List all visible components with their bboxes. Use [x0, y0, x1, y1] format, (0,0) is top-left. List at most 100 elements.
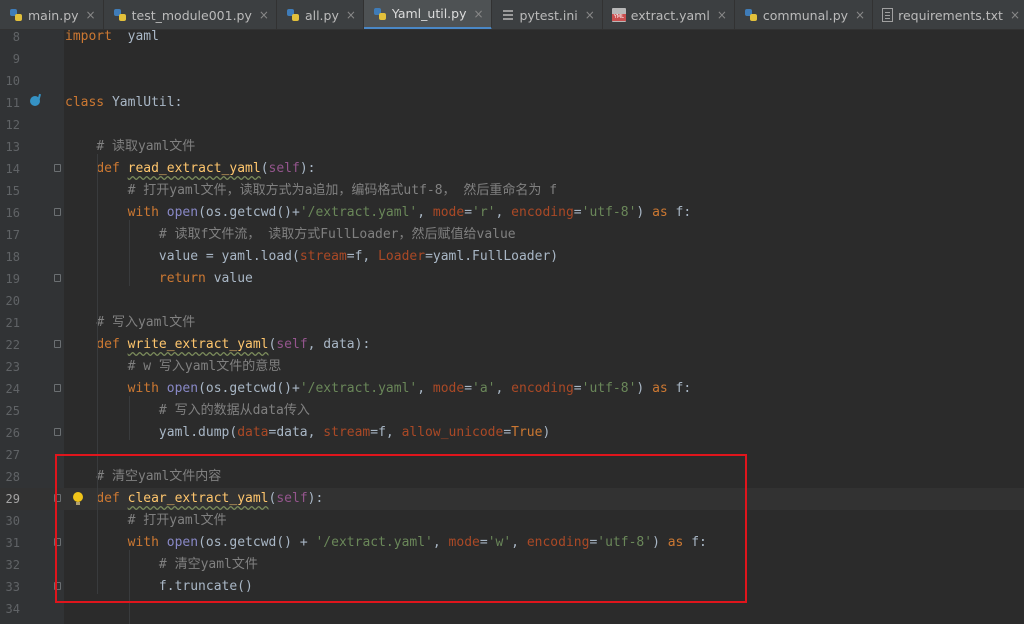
- code-line[interactable]: 15 # 打开yaml文件，读取方式为a追加，编码格式utf-8， 然后重命名为…: [0, 180, 1024, 202]
- code-line[interactable]: 8 import yaml: [0, 26, 1024, 48]
- code-token: class: [65, 95, 105, 110]
- close-icon[interactable]: ×: [585, 8, 595, 22]
- code-line[interactable]: 17 # 读取f文件流， 读取方式FullLoader，然后赋值给value: [0, 224, 1024, 246]
- code-line[interactable]: 19 return value: [0, 268, 1024, 290]
- tab-label: test_module001.py: [131, 7, 252, 23]
- fold-marker-icon[interactable]: [54, 494, 61, 502]
- code-line[interactable]: 25 # 写入的数据从data传入: [0, 400, 1024, 422]
- code-line[interactable]: 31 with open(os.getcwd() + '/extract.yam…: [0, 532, 1024, 554]
- code-text: value = yaml.load(stream=f, Loader=yaml.…: [65, 246, 558, 268]
- code-line[interactable]: 14 def read_extract_yaml(self):: [0, 158, 1024, 180]
- code-token: yaml: [111, 29, 159, 44]
- code-line[interactable]: 34: [0, 598, 1024, 620]
- code-token: read_extract_yaml: [127, 161, 261, 176]
- code-token: '/extract.yaml': [315, 535, 433, 550]
- code-token: 'w': [487, 535, 512, 550]
- code-token: 'utf-8': [581, 205, 637, 220]
- code-token: ,: [495, 381, 512, 396]
- code-line[interactable]: 13 # 读取yaml文件: [0, 136, 1024, 158]
- code-token: encoding: [511, 381, 574, 396]
- fold-marker-icon[interactable]: [54, 340, 61, 348]
- code-line[interactable]: 26 yaml.dump(data=data, stream=f, allow_…: [0, 422, 1024, 444]
- code-line[interactable]: 27: [0, 444, 1024, 466]
- code-token: clear_extract_yaml: [127, 491, 269, 506]
- code-line[interactable]: 20: [0, 290, 1024, 312]
- code-token: ):: [307, 491, 324, 506]
- close-icon[interactable]: ×: [855, 8, 865, 22]
- code-line[interactable]: 29 def clear_extract_yaml(self):: [0, 488, 1024, 510]
- code-line[interactable]: 32 # 清空yaml文件: [0, 554, 1024, 576]
- yaml-file-icon: [611, 8, 626, 22]
- code-line[interactable]: 28 # 清空yaml文件内容: [0, 466, 1024, 488]
- code-token: Loader: [378, 249, 426, 264]
- tab-label: communal.py: [762, 7, 849, 23]
- code-token: ,: [417, 381, 433, 396]
- code-text: with open(os.getcwd()+'/extract.yaml', m…: [65, 202, 692, 224]
- code-token: with: [127, 535, 159, 550]
- code-token: as: [652, 205, 668, 220]
- line-number: 23: [5, 360, 20, 374]
- code-token: value: [205, 271, 253, 286]
- code-line[interactable]: 11 class YamlUtil:: [0, 92, 1024, 114]
- close-icon[interactable]: ×: [1010, 8, 1020, 22]
- close-icon[interactable]: ×: [86, 8, 96, 22]
- code-line[interactable]: 16 with open(os.getcwd()+'/extract.yaml'…: [0, 202, 1024, 224]
- code-editor[interactable]: 8 import yaml 9 10 11 class YamlUtil: 12 13 # 读…: [0, 29, 1024, 624]
- code-token: ,: [432, 535, 449, 550]
- code-line[interactable]: 12: [0, 114, 1024, 136]
- fold-marker-icon[interactable]: [54, 538, 61, 546]
- close-icon[interactable]: ×: [259, 8, 269, 22]
- code-token: self: [268, 161, 300, 176]
- indent-guide: [129, 550, 130, 624]
- code-text: with open(os.getcwd() + '/extract.yaml',…: [65, 532, 707, 554]
- fold-marker-icon[interactable]: [54, 428, 61, 436]
- python-file-icon: [113, 8, 127, 22]
- code-token: =: [573, 205, 582, 220]
- fold-marker-icon[interactable]: [54, 384, 61, 392]
- code-line[interactable]: 33 f.truncate(): [0, 576, 1024, 598]
- code-line[interactable]: 10: [0, 70, 1024, 92]
- code-line[interactable]: 9: [0, 48, 1024, 70]
- code-token: f:: [667, 381, 692, 396]
- code-token: YamlUtil:: [104, 95, 183, 110]
- ini-file-icon: [500, 8, 515, 22]
- run-icon[interactable]: [30, 96, 42, 108]
- line-number: 21: [5, 316, 20, 330]
- fold-marker-icon[interactable]: [54, 208, 61, 216]
- code-token: value = yaml.load(: [65, 249, 300, 264]
- code-line[interactable]: 23 # w 写入yaml文件的意思: [0, 356, 1024, 378]
- python-file-icon: [9, 8, 23, 22]
- code-token: (os.getcwd()+: [198, 381, 300, 396]
- close-icon[interactable]: ×: [346, 8, 356, 22]
- code-token: =yaml.FullLoader): [425, 249, 559, 264]
- line-number: 13: [5, 140, 20, 154]
- fold-marker-icon[interactable]: [54, 274, 61, 282]
- code-line[interactable]: 21 # 写入yaml文件: [0, 312, 1024, 334]
- code-text: # 写入的数据从data传入: [65, 400, 310, 422]
- code-line[interactable]: 24 with open(os.getcwd()+'/extract.yaml'…: [0, 378, 1024, 400]
- code-token: mode: [432, 205, 465, 220]
- code-token: =: [573, 381, 582, 396]
- code-token: return: [158, 271, 206, 286]
- line-number: 30: [5, 514, 20, 528]
- fold-marker-icon[interactable]: [54, 164, 61, 172]
- code-token: =f,: [370, 425, 402, 440]
- code-token: stream: [299, 249, 347, 264]
- fold-marker-icon[interactable]: [54, 582, 61, 590]
- code-line[interactable]: 18 value = yaml.load(stream=f, Loader=ya…: [0, 246, 1024, 268]
- code-token: # 清空yaml文件内容: [96, 469, 222, 484]
- code-line[interactable]: 22 def write_extract_yaml(self, data):: [0, 334, 1024, 356]
- line-number: 20: [5, 294, 20, 308]
- close-icon[interactable]: ×: [717, 8, 727, 22]
- code-token: open: [166, 535, 199, 550]
- code-token: stream: [323, 425, 371, 440]
- close-icon[interactable]: ×: [473, 7, 483, 21]
- code-line[interactable]: 30 # 打开yaml文件: [0, 510, 1024, 532]
- indent-guide: [97, 154, 98, 594]
- line-number: 12: [5, 118, 20, 132]
